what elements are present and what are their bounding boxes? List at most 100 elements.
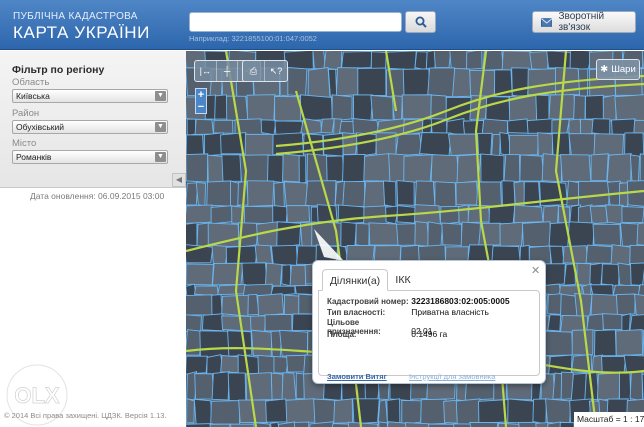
land-parcel[interactable] (333, 398, 353, 424)
land-parcel[interactable] (281, 372, 297, 401)
land-parcel[interactable] (507, 398, 536, 424)
land-parcel[interactable] (220, 355, 241, 374)
land-parcel[interactable] (488, 204, 516, 225)
land-parcel[interactable] (592, 223, 622, 247)
measure-distance-icon[interactable]: |↔ (195, 61, 217, 81)
land-parcel[interactable] (370, 94, 394, 121)
land-parcel[interactable] (298, 155, 307, 184)
land-parcel[interactable] (323, 51, 343, 71)
land-parcel[interactable] (378, 421, 388, 427)
land-parcel[interactable] (621, 206, 644, 223)
land-parcel[interactable] (414, 180, 436, 207)
land-parcel[interactable] (386, 51, 417, 71)
land-parcel[interactable] (307, 66, 331, 98)
land-parcel[interactable] (526, 118, 554, 134)
land-parcel[interactable] (605, 204, 624, 225)
land-parcel[interactable] (210, 400, 241, 425)
land-parcel[interactable] (194, 373, 215, 400)
land-parcel[interactable] (326, 155, 345, 183)
land-parcel[interactable] (619, 222, 640, 247)
land-parcel[interactable] (186, 204, 214, 224)
land-parcel[interactable] (466, 51, 483, 70)
land-parcel[interactable] (210, 205, 233, 225)
district-select[interactable]: Обухівський ▼ (12, 120, 168, 134)
land-parcel[interactable] (615, 293, 636, 316)
zoom-in-button[interactable]: + (196, 89, 206, 101)
land-parcel[interactable] (462, 119, 485, 136)
land-parcel[interactable] (570, 372, 587, 402)
land-parcel[interactable] (272, 205, 288, 224)
land-parcel[interactable] (497, 422, 520, 427)
land-parcel[interactable] (312, 51, 327, 70)
land-parcel[interactable] (199, 330, 231, 358)
land-parcel[interactable] (289, 264, 307, 287)
land-parcel[interactable] (427, 67, 456, 98)
land-parcel[interactable] (560, 154, 592, 183)
land-parcel[interactable] (634, 293, 644, 317)
feedback-button[interactable]: Зворотній зв'язок (532, 11, 636, 33)
land-parcel[interactable] (639, 153, 644, 183)
land-parcel[interactable] (630, 262, 644, 286)
land-parcel[interactable] (403, 154, 433, 184)
land-parcel[interactable] (591, 354, 603, 374)
land-parcel[interactable] (447, 133, 478, 157)
land-parcel[interactable] (243, 205, 274, 224)
land-parcel[interactable] (368, 222, 399, 246)
land-parcel[interactable] (601, 263, 620, 287)
land-parcel[interactable] (573, 94, 586, 122)
land-parcel[interactable] (568, 118, 582, 136)
land-parcel[interactable] (211, 294, 223, 316)
land-parcel[interactable] (270, 244, 299, 266)
land-parcel[interactable] (568, 133, 596, 157)
land-parcel[interactable] (320, 118, 335, 134)
land-parcel[interactable] (396, 223, 418, 246)
land-parcel[interactable] (211, 371, 230, 401)
land-parcel[interactable] (633, 119, 644, 135)
land-parcel[interactable] (279, 329, 309, 358)
land-parcel[interactable] (458, 204, 470, 225)
land-parcel[interactable] (499, 221, 524, 247)
land-parcel[interactable] (532, 398, 547, 425)
land-parcel[interactable] (606, 153, 632, 184)
land-parcel[interactable] (313, 398, 337, 424)
land-parcel[interactable] (335, 67, 359, 97)
land-parcel[interactable] (395, 133, 423, 157)
land-parcel[interactable] (186, 423, 213, 427)
land-parcel[interactable] (511, 67, 530, 98)
land-parcel[interactable] (305, 180, 337, 208)
land-parcel[interactable] (186, 263, 215, 286)
land-parcel[interactable] (357, 67, 387, 96)
land-parcel[interactable] (537, 132, 554, 157)
land-parcel[interactable] (186, 153, 209, 183)
land-parcel[interactable] (194, 118, 214, 135)
land-parcel[interactable] (544, 398, 572, 424)
land-parcel[interactable] (352, 398, 380, 425)
land-parcel[interactable] (342, 181, 366, 207)
instructions-link[interactable]: Інструкції для замовника (409, 372, 495, 381)
land-parcel[interactable] (602, 313, 625, 331)
land-parcel[interactable] (623, 354, 644, 373)
land-parcel[interactable] (615, 329, 644, 357)
land-parcel[interactable] (265, 398, 289, 423)
land-parcel[interactable] (455, 181, 479, 206)
land-parcel[interactable] (250, 329, 273, 357)
land-parcel[interactable] (242, 283, 273, 296)
land-parcel[interactable] (221, 294, 250, 317)
land-parcel[interactable] (589, 205, 608, 225)
land-parcel[interactable] (452, 67, 472, 98)
land-parcel[interactable] (584, 94, 605, 120)
land-parcel[interactable] (590, 293, 619, 317)
land-parcel[interactable] (201, 313, 225, 332)
land-parcel[interactable] (283, 294, 301, 317)
land-parcel[interactable] (342, 153, 366, 183)
land-parcel[interactable] (430, 94, 448, 122)
land-parcel[interactable] (217, 283, 247, 296)
land-parcel[interactable] (596, 372, 621, 401)
search-button[interactable] (405, 11, 436, 33)
land-parcel[interactable] (546, 51, 572, 69)
land-parcel[interactable] (414, 51, 428, 71)
land-parcel[interactable] (629, 371, 644, 402)
land-parcel[interactable] (577, 68, 589, 98)
land-parcel[interactable] (602, 94, 617, 122)
land-parcel[interactable] (542, 330, 574, 357)
